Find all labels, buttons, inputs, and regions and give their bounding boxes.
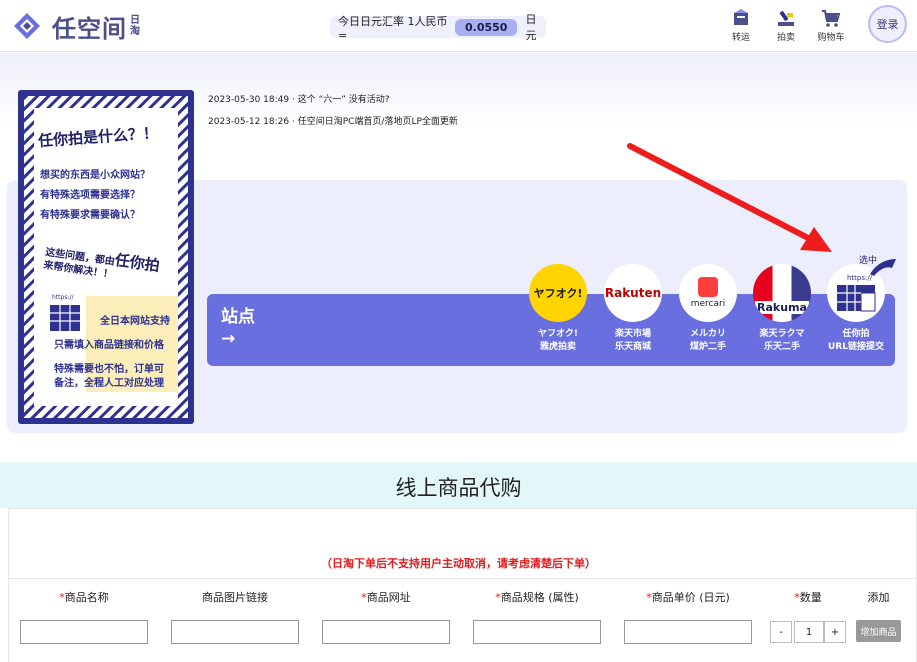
site-title-text: 站点 xyxy=(221,307,255,327)
quantity-field[interactable]: 1 xyxy=(794,621,824,643)
nav-cart[interactable]: 购物车 xyxy=(811,8,851,43)
product-name-input[interactable] xyxy=(20,620,148,644)
site-rakuma[interactable]: Rakuma 楽天ラクマ 乐天二手 xyxy=(752,264,812,354)
transfer-icon xyxy=(734,9,748,25)
news-date: 2023-05-12 18:26 · xyxy=(208,117,295,127)
mercari-logo-text: mercari xyxy=(690,299,726,309)
news-item[interactable]: 2023-05-30 18:49 · 这个 “六一” 没有活动? xyxy=(208,92,390,105)
rate-label: 今日日元汇率 1人民币= xyxy=(338,14,448,42)
col-label: 商品单价 (日元) xyxy=(651,591,730,604)
site-name-jp: 任你拍 xyxy=(842,329,870,339)
nav-auction-label: 拍卖 xyxy=(776,33,795,43)
cursor-pointer-icon xyxy=(870,259,896,276)
qty-minus-button[interactable]: - xyxy=(770,621,792,643)
rakuten-logo: Rakuten xyxy=(604,264,662,322)
qty-plus-button[interactable]: + xyxy=(824,621,846,643)
url-grid-icon: https:// xyxy=(50,294,80,331)
site-label: 楽天ラクマ 乐天二手 xyxy=(752,328,812,354)
mercari-mark-icon xyxy=(698,277,718,297)
logo-sub: 日淘 xyxy=(130,15,140,37)
poster-feature: 备注，全程人工对应处理 xyxy=(54,378,164,389)
news-item[interactable]: 2023-05-12 18:26 · 任空间日淘PC端首页/落地页LP全面更新 xyxy=(208,114,458,127)
cancel-warning: （日淘下单后不支持用户主动取消，请考虑清楚后下单） xyxy=(321,557,596,570)
header: 任空间 日淘 今日日元汇率 1人民币= 0.0550 日元 转运 拍卖 购物车 … xyxy=(0,0,917,52)
site-name-cn: 乐天二手 xyxy=(763,342,800,352)
yahoo-auction-logo: ヤフオク! xyxy=(529,264,587,322)
site-name-jp: 楽天市場 xyxy=(614,329,651,339)
mercari-logo: mercari xyxy=(679,264,737,322)
site-name-cn: 雅虎拍卖 xyxy=(539,342,576,352)
site-name-jp: メルカリ xyxy=(690,329,726,339)
col-label: 商品网址 xyxy=(366,591,411,604)
site-name-jp: ヤフオク! xyxy=(538,329,578,339)
col-product-name: *商品名称 xyxy=(20,589,148,605)
arrow-right-icon: → xyxy=(221,329,236,349)
site-name-cn: URL链接提交 xyxy=(828,342,884,352)
col-image-url: 商品图片链接 xyxy=(171,589,299,605)
site-name-jp: 楽天ラクマ xyxy=(759,329,805,339)
image-url-input[interactable] xyxy=(171,620,299,644)
poster-feature: 只需填入商品链接和价格 xyxy=(54,340,164,351)
site-label: ヤフオク! 雅虎拍卖 xyxy=(528,328,588,354)
nav-transfer-label: 转运 xyxy=(731,33,750,43)
spec-input[interactable] xyxy=(473,620,601,644)
site-label: メルカリ 煤炉二手 xyxy=(678,328,738,354)
proxy-title: 线上商品代购 xyxy=(395,476,522,500)
logo-text: 任空间 xyxy=(52,14,127,43)
rakuma-logo: Rakuma xyxy=(753,264,811,322)
poster-line: 有特殊要求需要确认？ xyxy=(40,210,140,221)
product-url-input[interactable] xyxy=(322,620,450,644)
cart-icon xyxy=(822,10,841,27)
rakuten-logo-text: Rakuten xyxy=(604,286,662,300)
col-label: 商品规格 (属性) xyxy=(500,591,579,604)
news-title[interactable]: 任空间日淘PC端首页/落地页LP全面更新 xyxy=(298,117,458,127)
site-bar-title: 站点 → xyxy=(221,306,255,350)
logo[interactable]: 任空间 日淘 xyxy=(10,8,142,44)
site-name-cn: 煤炉二手 xyxy=(689,342,726,352)
site-mercari[interactable]: mercari メルカリ 煤炉二手 xyxy=(678,264,738,354)
poster-line: 有特殊选项需要选择？ xyxy=(40,190,140,201)
auction-icon xyxy=(778,10,794,26)
poster-feature: 全日本网站支持 xyxy=(100,316,170,327)
news-title[interactable]: 这个 “六一” 没有活动? xyxy=(298,95,390,105)
url-grid-icon: https:// xyxy=(837,274,876,312)
col-label: 添加 xyxy=(867,591,890,604)
poster-url-hint: https:// xyxy=(52,294,74,301)
logo-icon xyxy=(14,13,40,39)
col-label: 数量 xyxy=(799,591,822,604)
site-yahoo-auction[interactable]: ヤフオク! ヤフオク! 雅虎拍卖 xyxy=(528,264,588,354)
site-label: 楽天市場 乐天商城 xyxy=(603,328,663,354)
col-label: 商品名称 xyxy=(64,591,109,604)
site-rakuten[interactable]: Rakuten 楽天市場 乐天商城 xyxy=(603,264,663,354)
yahoo-logo-text: ヤフオク! xyxy=(533,287,583,300)
site-label: 任你拍 URL链接提交 xyxy=(826,328,886,354)
col-label: 商品图片链接 xyxy=(202,591,268,604)
rate-value: 0.0550 xyxy=(454,18,518,36)
poster-feature: 特殊需要也不怕，订单可 xyxy=(54,364,164,375)
renni-poster[interactable]: 任你拍是什么？！ 想买的东西是小众网站？ 有特殊选项需要选择？ 有特殊要求需要确… xyxy=(18,90,194,424)
news-date: 2023-05-30 18:49 · xyxy=(208,95,295,105)
nav-auction[interactable]: 拍卖 xyxy=(766,8,806,43)
rakuma-logo-text: Rakuma xyxy=(755,301,809,314)
add-product-button[interactable]: 增加商品 xyxy=(856,620,901,642)
poster-line: 想买的东西是小众网站？ xyxy=(40,170,150,181)
col-add: 添加 xyxy=(856,589,901,605)
unit-price-input[interactable] xyxy=(624,620,752,644)
col-unit-price: *商品单价 (日元) xyxy=(624,589,752,605)
nav-transfer[interactable]: 转运 xyxy=(721,8,761,43)
table-divider xyxy=(8,578,917,579)
site-name-cn: 乐天商城 xyxy=(614,342,651,352)
rate-unit: 日元 xyxy=(525,13,537,42)
nav-cart-label: 购物车 xyxy=(817,33,845,43)
col-quantity: *数量 xyxy=(770,589,846,605)
exchange-rate: 今日日元汇率 1人民币= 0.0550 日元 xyxy=(330,13,546,42)
col-product-url: *商品网址 xyxy=(322,589,450,605)
poster-body: 任你拍是什么？！ 想买的东西是小众网站？ 有特殊选项需要选择？ 有特殊要求需要确… xyxy=(24,96,188,418)
col-spec: *商品规格 (属性) xyxy=(473,589,601,605)
login-button[interactable]: 登录 xyxy=(868,5,907,43)
